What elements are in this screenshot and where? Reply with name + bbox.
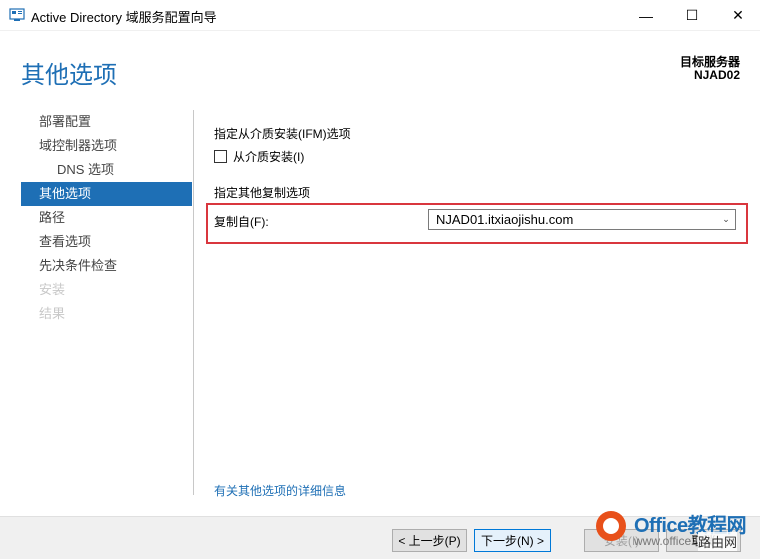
replicate-from-value: NJAD01.itxiaojishu.com xyxy=(436,212,574,227)
nav-item-installation: 安装 xyxy=(39,282,66,297)
ifm-checkbox[interactable] xyxy=(214,150,227,163)
ifm-section-heading: 指定从介质安装(IFM)选项 xyxy=(214,127,351,141)
minimize-icon: — xyxy=(639,7,653,24)
cancel-button[interactable]: 取消 xyxy=(666,529,741,552)
nav-divider xyxy=(193,110,194,495)
chevron-down-icon: ⌄ xyxy=(722,214,730,224)
nav-item-review-options[interactable]: 查看选项 xyxy=(21,230,192,254)
replication-section-heading: 指定其他复制选项 xyxy=(214,186,311,200)
nav-item-additional-options[interactable]: 其他选项 xyxy=(21,182,192,206)
nav-item-deployment-config[interactable]: 部署配置 xyxy=(21,110,192,134)
active-directory-icon xyxy=(9,8,25,21)
nav-item-dns-options[interactable]: DNS 选项 xyxy=(21,158,192,182)
replicate-from-label: 复制自(F): xyxy=(214,215,269,229)
maximize-icon: ☐ xyxy=(685,7,699,23)
install-button: 安装(I) xyxy=(584,529,659,552)
wizard-footer: < 上一步(P) 下一步(N) > 安装(I) 取消 xyxy=(0,516,760,559)
title-bar: Active Directory 域服务配置向导 — ☐ ✕ xyxy=(0,0,760,31)
nav-item-paths[interactable]: 路径 xyxy=(21,206,192,230)
previous-button[interactable]: < 上一步(P) xyxy=(392,529,467,552)
more-info-link[interactable]: 有关其他选项的详细信息 xyxy=(214,482,346,499)
close-icon: ✕ xyxy=(732,7,744,23)
window-title: Active Directory 域服务配置向导 xyxy=(31,10,217,25)
maximize-button[interactable]: ☐ xyxy=(669,0,715,31)
minimize-button[interactable]: — xyxy=(623,0,669,31)
nav-item-dc-options[interactable]: 域控制器选项 xyxy=(21,134,192,158)
close-button[interactable]: ✕ xyxy=(715,0,760,31)
page-title: 其他选项 xyxy=(21,62,117,89)
nav-item-results: 结果 xyxy=(39,306,66,321)
next-button[interactable]: 下一步(N) > xyxy=(474,529,551,552)
nav-item-prerequisites-check[interactable]: 先决条件检查 xyxy=(21,254,192,278)
wizard-steps-nav: 部署配置 域控制器选项 DNS 选项 其他选项 路径 查看选项 先决条件检查 安… xyxy=(21,110,192,326)
target-server-name: NJAD02 xyxy=(693,68,740,82)
ifm-checkbox-label[interactable]: 从介质安装(I) xyxy=(233,148,304,165)
replicate-from-dropdown[interactable]: NJAD01.itxiaojishu.com ⌄ xyxy=(428,209,736,230)
ifm-checkbox-row[interactable]: 从介质安装(I) xyxy=(214,148,304,165)
wizard-header: 其他选项 目标服务器 NJAD02 xyxy=(0,31,760,101)
